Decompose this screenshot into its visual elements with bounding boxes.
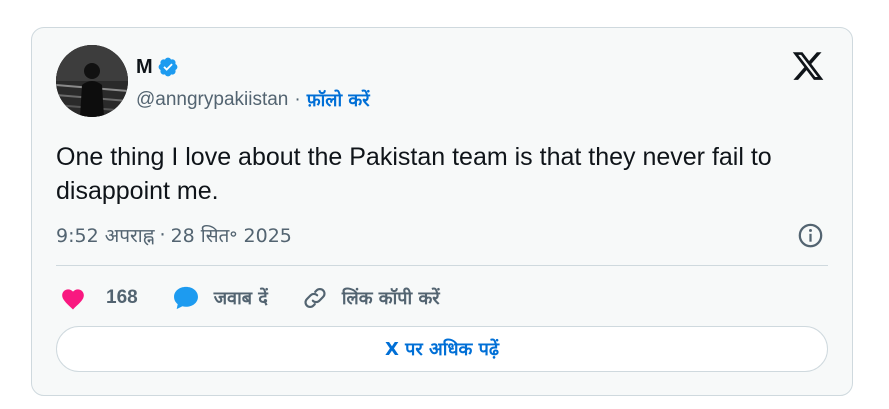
avatar[interactable]	[56, 45, 128, 117]
embedded-tweet-card: M @anngrypakiistan · फ़ॉलो करें One thin…	[31, 27, 853, 396]
author-name-row: M	[136, 55, 179, 79]
author-handle[interactable]: @anngrypakiistan	[136, 89, 288, 111]
tweet-text: One thing I love about the Pakistan team…	[56, 143, 772, 205]
separator-dot: ·	[159, 224, 166, 246]
like-count: 168	[106, 287, 138, 308]
read-more-on-x-button[interactable]: X पर अधिक पढ़ें	[56, 326, 828, 372]
speech-bubble-icon	[172, 285, 200, 311]
info-icon[interactable]	[797, 222, 824, 249]
like-button[interactable]: 168	[60, 286, 138, 310]
follow-button[interactable]: फ़ॉलो करें	[307, 88, 370, 112]
tweet-time: 9:52 अपराह्न	[56, 225, 155, 247]
divider	[56, 265, 828, 266]
reply-label: जवाब दें	[213, 288, 268, 309]
heart-icon	[60, 286, 86, 310]
verified-badge-icon	[157, 56, 179, 78]
author-name[interactable]: M	[136, 56, 153, 79]
tweet-actions: 168 जवाब दें लिंक कॉपी करें	[60, 283, 474, 313]
copy-link-button[interactable]: लिंक कॉपी करें	[302, 285, 440, 311]
separator-dot: ·	[294, 89, 301, 110]
copy-link-label: लिंक कॉपी करें	[341, 288, 440, 309]
reply-button[interactable]: जवाब दें	[172, 285, 268, 311]
avatar-image	[56, 45, 128, 117]
x-logo-icon[interactable]	[791, 49, 825, 83]
link-icon	[302, 285, 328, 311]
author-handle-row: @anngrypakiistan · फ़ॉलो करें	[136, 87, 370, 113]
tweet-date: 28 सित॰ 2025	[170, 225, 292, 247]
tweet-timestamp[interactable]: 9:52 अपराह्न · 28 सित॰ 2025	[56, 221, 292, 249]
